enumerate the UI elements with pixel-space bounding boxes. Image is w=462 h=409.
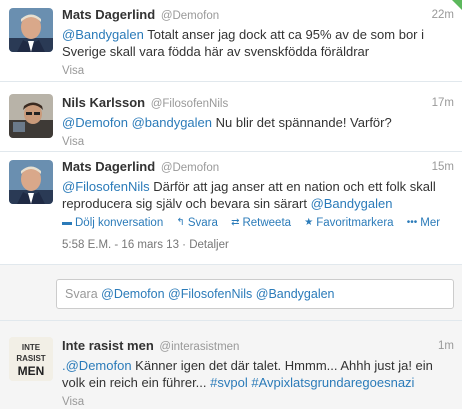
hashtag-link[interactable]: #Avpixlatsgrundaregoesnazi — [251, 375, 414, 390]
tweet-content: Inte rasist men @interasistmen 1m .@Demo… — [62, 338, 454, 409]
tweet-header: Mats Dagerlind @Demofon — [62, 7, 454, 23]
tweet-header: Mats Dagerlind @Demofon — [62, 159, 454, 175]
tweet-3-expanded[interactable]: Mats Dagerlind @Demofon 15m @FilosofenNi… — [0, 152, 462, 265]
svg-text:RASIST: RASIST — [16, 354, 45, 363]
reply-prefix: Svara — [65, 287, 102, 301]
tweet-1[interactable]: Mats Dagerlind @Demofon 22m @Bandygalen … — [0, 0, 462, 82]
username[interactable]: @FilosofenNils — [151, 98, 229, 110]
username[interactable]: @interasistmen — [159, 341, 239, 353]
svg-text:INTE: INTE — [22, 343, 41, 352]
tweet-body: Nu blir det spännande! Varför? — [212, 115, 392, 130]
mention-link[interactable]: .@Demofon — [62, 358, 132, 373]
timestamp[interactable]: 17m — [432, 95, 454, 111]
timestamp[interactable]: 22m — [432, 7, 454, 23]
avatar[interactable] — [9, 8, 53, 52]
tweet-content: Mats Dagerlind @Demofon 15m @FilosofenNi… — [62, 159, 454, 230]
fullname[interactable]: Mats Dagerlind — [62, 7, 155, 22]
visa-link[interactable]: Visa — [62, 64, 454, 78]
reply-input[interactable]: Svara @Demofon @FilosofenNils @Bandygale… — [56, 279, 454, 309]
mention-link[interactable]: @FilosofenNils — [62, 179, 150, 194]
avatar[interactable] — [9, 160, 53, 204]
details-link[interactable]: Detaljer — [189, 239, 229, 251]
mention-link[interactable]: @Demofon — [62, 115, 128, 130]
new-indicator — [452, 0, 462, 10]
tweet-content: Nils Karlsson @FilosofenNils 17m @Demofo… — [62, 95, 454, 149]
tweet-text: .@Demofon Känner igen det där talet. Hmm… — [62, 357, 454, 391]
reply-label: Svara — [187, 217, 218, 229]
visa-link[interactable]: Visa — [62, 395, 454, 409]
more-icon: ••• — [406, 217, 418, 228]
fullname[interactable]: Nils Karlsson — [62, 95, 145, 110]
tweet-datetime[interactable]: 5:58 E.M. - 16 mars 13 — [62, 239, 179, 251]
reply-area: Svara @Demofon @FilosofenNils @Bandygale… — [0, 265, 462, 321]
reply-mention: @FilosofenNils — [168, 287, 253, 301]
tweet-text: @Demofon @bandygalen Nu blir det spännan… — [62, 114, 454, 131]
avatar[interactable]: INTE RASIST MEN — [9, 337, 53, 381]
reply-mention: @Bandygalen — [255, 287, 335, 301]
tweet-header: Inte rasist men @interasistmen — [62, 338, 454, 354]
favorite-button[interactable]: ★ Favoritmarkera — [304, 216, 393, 230]
avatar[interactable] — [9, 94, 53, 138]
tweet-text: @Bandygalen Totalt anser jag dock att ca… — [62, 26, 454, 60]
favorite-label: Favoritmarkera — [316, 217, 394, 229]
tweet-meta: 5:58 E.M. - 16 mars 13 · Detaljer — [62, 238, 229, 252]
mention-link[interactable]: @Bandygalen — [62, 27, 144, 42]
hide-conversation-label: Dölj konversation — [75, 217, 164, 229]
tweet-content: Mats Dagerlind @Demofon 22m @Bandygalen … — [62, 7, 454, 78]
visa-link[interactable]: Visa — [62, 135, 454, 149]
conversation-icon: ▬ — [62, 217, 72, 228]
tweet-4[interactable]: INTE RASIST MEN Inte rasist men @interas… — [0, 321, 462, 409]
tweet-actions: ▬ Dölj konversation ↰ Svara ⇄ Retweeta ★ Fav… — [62, 215, 454, 230]
svg-text:MEN: MEN — [18, 364, 45, 378]
mention-link[interactable]: @Bandygalen — [311, 196, 393, 211]
reply-button[interactable]: ↰ Svara — [176, 216, 217, 230]
reply-mention: @Demofon — [101, 287, 165, 301]
retweet-button[interactable]: ⇄ Retweeta — [231, 216, 291, 230]
tweet-header: Nils Karlsson @FilosofenNils — [62, 95, 454, 111]
more-label: Mer — [420, 217, 441, 229]
hide-conversation-button[interactable]: ▬ Dölj konversation — [62, 216, 163, 230]
username[interactable]: @Demofon — [161, 162, 219, 174]
tweet-text: @FilosofenNils Därför att jag anser att … — [62, 178, 454, 212]
more-button[interactable]: ••• Mer — [407, 216, 440, 230]
fullname[interactable]: Mats Dagerlind — [62, 159, 155, 174]
retweet-icon: ⇄ — [231, 217, 240, 228]
star-icon: ★ — [304, 217, 314, 228]
reply-icon: ↰ — [176, 217, 185, 228]
mention-link[interactable]: @bandygalen — [132, 115, 212, 130]
retweet-label: Retweeta — [242, 217, 292, 229]
fullname[interactable]: Inte rasist men — [62, 338, 154, 353]
hashtag-link[interactable]: #svpol — [210, 375, 248, 390]
timestamp[interactable]: 1m — [438, 338, 454, 354]
tweet-2[interactable]: Nils Karlsson @FilosofenNils 17m @Demofo… — [0, 82, 462, 152]
timestamp[interactable]: 15m — [432, 159, 454, 175]
username[interactable]: @Demofon — [161, 10, 219, 22]
